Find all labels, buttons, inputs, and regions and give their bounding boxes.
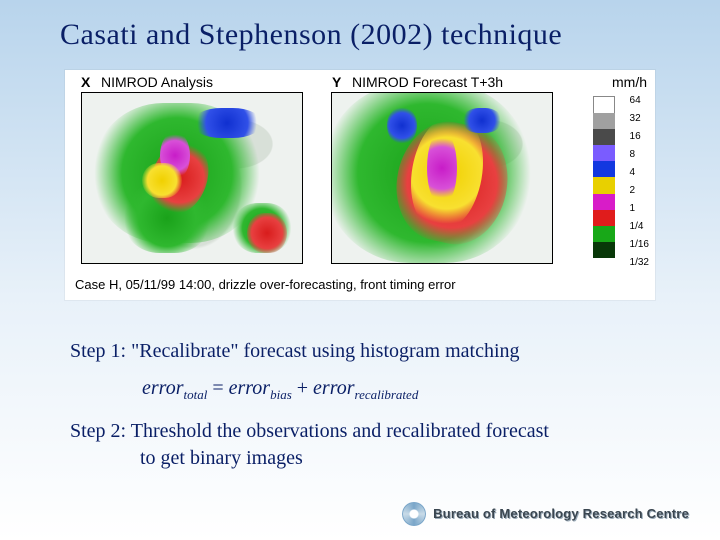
bom-logo-icon — [402, 502, 426, 526]
panel-x-map — [81, 92, 303, 264]
step-2-line1: Step 2: Threshold the observations and r… — [70, 418, 660, 445]
step-2-line2: to get binary images — [70, 445, 660, 472]
figure-caption: Case H, 05/11/99 14:00, drizzle over-for… — [75, 277, 456, 292]
panel-x-letter: X — [81, 74, 90, 90]
panel-y-letter: Y — [332, 74, 341, 90]
footer: Bureau of Meteorology Research Centre Bu… — [402, 502, 690, 526]
panel-y-label: NIMROD Forecast T+3h — [352, 74, 503, 90]
colorbar-ticks: 64 32 16 8 4 2 1 1/4 1/16 1/32 — [630, 92, 649, 272]
error-equation: errortotal = errorbias + errorrecalibrat… — [142, 375, 660, 404]
step-1: Step 1: "Recalibrate" forecast using his… — [70, 338, 660, 365]
units-label: mm/h — [612, 74, 647, 90]
panel-x-label: NIMROD Analysis — [101, 74, 213, 90]
colorbar — [593, 96, 615, 258]
page-title: Casati and Stephenson (2002) technique — [0, 0, 720, 52]
panel-y-map — [331, 92, 553, 264]
steps-block: Step 1: "Recalibrate" forecast using his… — [70, 338, 660, 472]
figure-container: X NIMROD Analysis Y NIMROD Forecast T+3h… — [65, 70, 655, 300]
